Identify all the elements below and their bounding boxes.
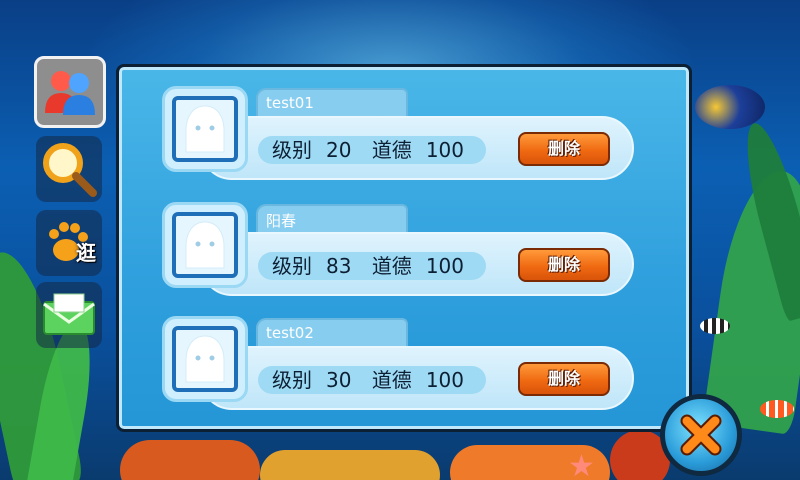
level-label: 级别 xyxy=(272,138,312,162)
close-button[interactable] xyxy=(660,394,742,476)
search-icon xyxy=(43,143,97,197)
level-value: 20 xyxy=(326,138,352,162)
avatar[interactable] xyxy=(162,316,248,402)
starfish-icon: ★ xyxy=(568,449,595,480)
friend-stats: 级别 30 道德 100 xyxy=(258,366,486,394)
friend-entry: test01 级别 20 道德 100 删除 xyxy=(160,84,634,184)
friend-entry: 阳春 级别 83 道德 100 删除 xyxy=(160,200,634,300)
delete-button[interactable]: 删除 xyxy=(518,132,610,166)
level-label: 级别 xyxy=(272,254,312,278)
tool-visit-button[interactable]: 逛 xyxy=(36,210,102,276)
avatar[interactable] xyxy=(162,202,248,288)
tool-search-button[interactable] xyxy=(36,136,102,202)
moral-value: 100 xyxy=(425,254,464,278)
ghost-avatar-icon xyxy=(185,221,225,269)
delete-button[interactable]: 删除 xyxy=(518,248,610,282)
friend-entry: test02 级别 30 道德 100 删除 xyxy=(160,314,634,414)
coral xyxy=(120,440,260,480)
tropical-fish xyxy=(695,85,765,129)
friend-name: 阳春 xyxy=(256,204,408,234)
moral-value: 100 xyxy=(425,368,464,392)
mail-icon xyxy=(43,293,95,335)
moral-label: 道德 xyxy=(371,368,412,392)
coral xyxy=(260,450,440,480)
avatar[interactable] xyxy=(162,86,248,172)
delete-button[interactable]: 删除 xyxy=(518,362,610,396)
visit-label: 逛 xyxy=(76,241,96,265)
friend-name: test02 xyxy=(256,318,408,348)
clown-fish xyxy=(760,400,794,418)
striped-fish xyxy=(700,318,730,334)
level-label: 级别 xyxy=(272,368,312,392)
moral-value: 100 xyxy=(425,138,464,162)
friend-name: test01 xyxy=(256,88,408,118)
level-value: 83 xyxy=(326,254,352,278)
tool-mail-button[interactable] xyxy=(36,282,102,348)
close-icon xyxy=(680,414,722,456)
ghost-avatar-icon xyxy=(185,335,225,383)
friends-icon xyxy=(45,71,95,115)
friend-stats: 级别 83 道德 100 xyxy=(258,252,486,280)
friend-stats: 级别 20 道德 100 xyxy=(258,136,486,164)
level-value: 30 xyxy=(326,368,352,392)
tool-friends-button[interactable] xyxy=(34,56,106,128)
moral-label: 道德 xyxy=(371,138,412,162)
ghost-avatar-icon xyxy=(185,105,225,153)
moral-label: 道德 xyxy=(371,254,412,278)
